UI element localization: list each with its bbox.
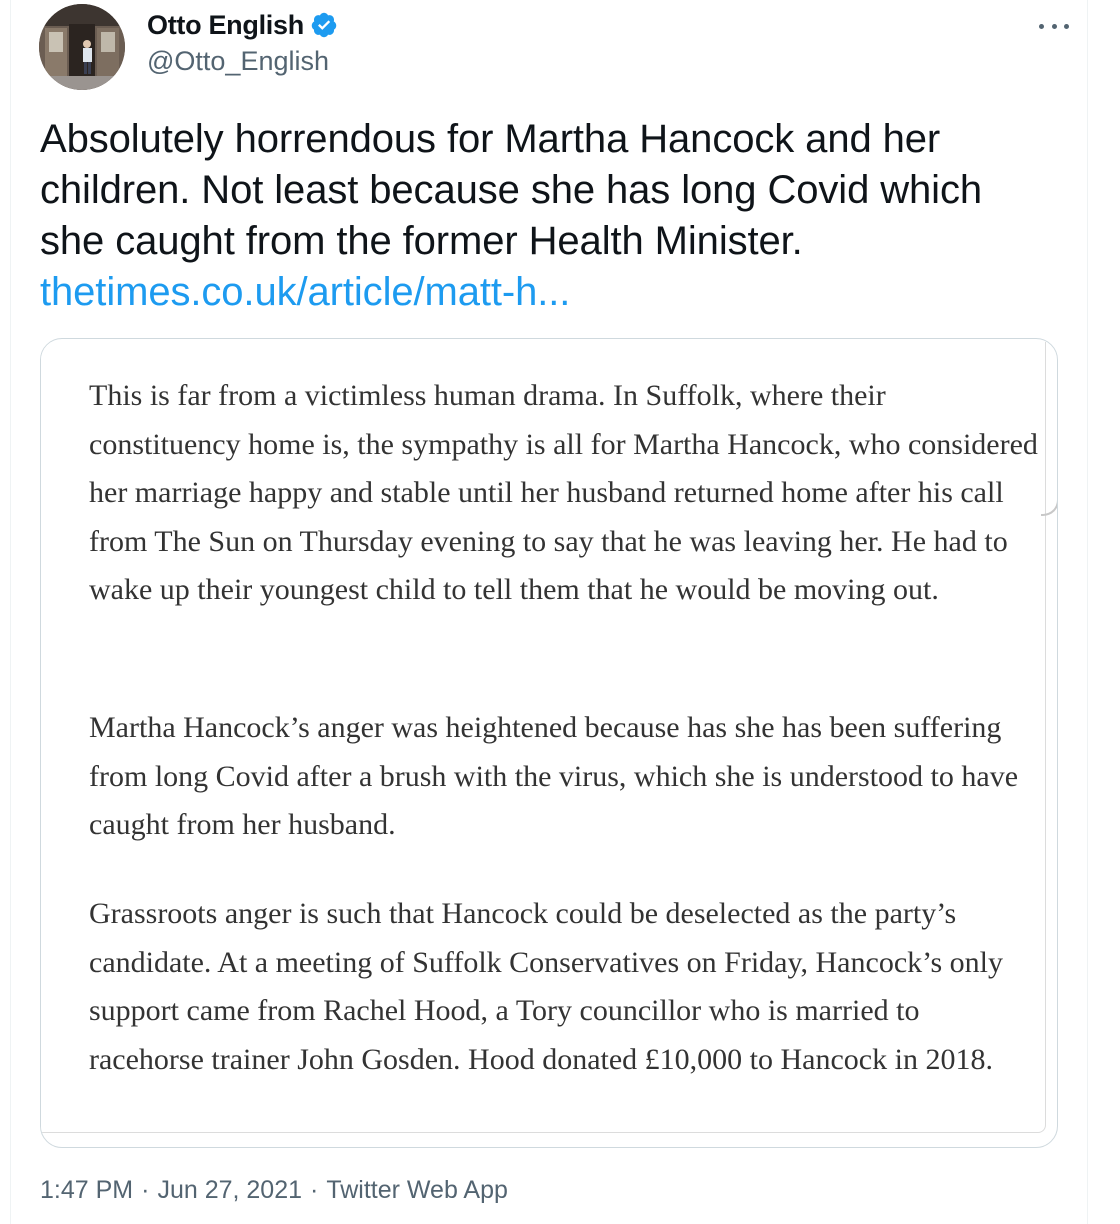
tweet-source[interactable]: Twitter Web App [326, 1176, 508, 1204]
article-screenshot: This is far from a victimless human dram… [41, 342, 1057, 1133]
article-paragraph: Grassroots anger is such that Hancock co… [89, 897, 1003, 1076]
tweet-header: Otto English @Otto_English [39, 4, 1069, 90]
tweet-page: Otto English @Otto_English Absolutely ho… [10, 0, 1088, 1224]
name-row: Otto English [147, 6, 338, 44]
media-attachment[interactable]: This is far from a victimless human dram… [40, 338, 1058, 1148]
more-horizontal-icon[interactable] [1039, 16, 1069, 36]
author-block: Otto English @Otto_English [147, 6, 338, 77]
handle[interactable]: @Otto_English [147, 46, 338, 77]
tweet-text: Absolutely horrendous for Martha Hancock… [40, 117, 983, 263]
article-scroll-edge [1041, 346, 1057, 516]
article-paragraph: This is far from a victimless human dram… [89, 379, 1038, 606]
tweet-time[interactable]: 1:47 PM [40, 1176, 133, 1204]
tweet-date[interactable]: Jun 27, 2021 [157, 1176, 302, 1204]
tweet-link[interactable]: thetimes.co.uk/article/matt-h... [40, 267, 1050, 318]
article-paragraph: Martha Hancock’s anger was heightened be… [89, 711, 1019, 841]
meta-separator: · [310, 1176, 319, 1204]
tweet-body: Absolutely horrendous for Martha Hancock… [40, 114, 1050, 318]
tweet-meta: 1:47 PM · Jun 27, 2021 · Twitter Web App [40, 1176, 508, 1205]
meta-separator: · [141, 1176, 150, 1204]
display-name[interactable]: Otto English [147, 10, 304, 41]
avatar-photo [39, 4, 125, 90]
avatar[interactable] [39, 4, 125, 90]
verified-badge-icon [310, 11, 338, 39]
